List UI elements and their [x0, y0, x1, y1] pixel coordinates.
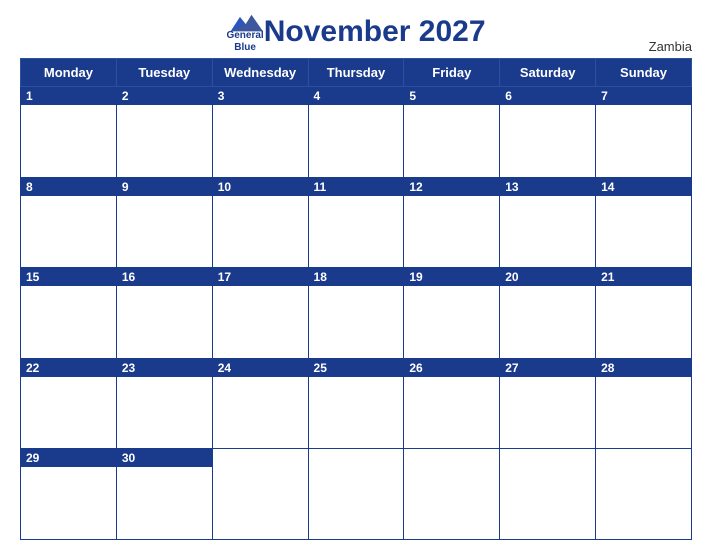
day-number: 16	[117, 268, 212, 286]
weekday-header: Wednesday	[212, 59, 308, 87]
day-number: 25	[309, 359, 404, 377]
weekday-header: Thursday	[308, 59, 404, 87]
calendar-day-cell: 10	[212, 177, 308, 268]
calendar-week-row: 2930	[21, 449, 692, 540]
calendar-day-cell	[308, 449, 404, 540]
calendar-day-cell: 15	[21, 268, 117, 359]
calendar-day-cell: 20	[500, 268, 596, 359]
calendar-day-cell: 11	[308, 177, 404, 268]
calendar-day-cell: 24	[212, 358, 308, 449]
day-number: 10	[213, 178, 308, 196]
calendar-day-cell: 22	[21, 358, 117, 449]
calendar-day-cell: 3	[212, 87, 308, 178]
calendar-day-cell: 1	[21, 87, 117, 178]
calendar-title: November 2027	[264, 15, 486, 49]
calendar-body: 1234567891011121314151617181920212223242…	[21, 87, 692, 540]
day-number: 6	[500, 87, 595, 105]
weekday-header: Monday	[21, 59, 117, 87]
day-number: 11	[309, 178, 404, 196]
calendar-day-cell: 5	[404, 87, 500, 178]
calendar-day-cell	[596, 449, 692, 540]
day-number: 15	[21, 268, 116, 286]
calendar-day-cell: 28	[596, 358, 692, 449]
day-number: 8	[21, 178, 116, 196]
calendar-day-cell: 29	[21, 449, 117, 540]
calendar-day-cell: 7	[596, 87, 692, 178]
calendar-day-cell: 18	[308, 268, 404, 359]
calendar-day-cell: 21	[596, 268, 692, 359]
calendar-day-cell	[404, 449, 500, 540]
weekday-header: Friday	[404, 59, 500, 87]
calendar-day-cell: 30	[116, 449, 212, 540]
day-number: 7	[596, 87, 691, 105]
day-number: 13	[500, 178, 595, 196]
logo: General Blue	[226, 10, 263, 54]
calendar-day-cell: 27	[500, 358, 596, 449]
calendar-day-cell: 19	[404, 268, 500, 359]
day-number: 27	[500, 359, 595, 377]
calendar-day-cell: 9	[116, 177, 212, 268]
calendar-week-row: 891011121314	[21, 177, 692, 268]
calendar-day-cell: 23	[116, 358, 212, 449]
calendar-header-row: MondayTuesdayWednesdayThursdayFridaySatu…	[21, 59, 692, 87]
weekday-header: Tuesday	[116, 59, 212, 87]
calendar-day-cell: 14	[596, 177, 692, 268]
day-number: 2	[117, 87, 212, 105]
day-number: 29	[21, 449, 116, 467]
calendar-week-row: 1234567	[21, 87, 692, 178]
day-number: 14	[596, 178, 691, 196]
calendar-day-cell	[500, 449, 596, 540]
weekday-header: Sunday	[596, 59, 692, 87]
calendar-day-cell: 6	[500, 87, 596, 178]
day-number: 21	[596, 268, 691, 286]
day-number: 3	[213, 87, 308, 105]
day-number: 20	[500, 268, 595, 286]
day-number: 9	[117, 178, 212, 196]
day-number: 19	[404, 268, 499, 286]
calendar-day-cell: 26	[404, 358, 500, 449]
day-number: 5	[404, 87, 499, 105]
calendar-day-cell: 2	[116, 87, 212, 178]
calendar-day-cell: 4	[308, 87, 404, 178]
day-number: 4	[309, 87, 404, 105]
day-number: 1	[21, 87, 116, 105]
calendar-day-cell: 25	[308, 358, 404, 449]
calendar-header: General Blue November 2027 Zambia	[20, 10, 692, 54]
country-label: Zambia	[649, 39, 692, 54]
calendar-day-cell: 17	[212, 268, 308, 359]
calendar-week-row: 15161718192021	[21, 268, 692, 359]
day-number: 17	[213, 268, 308, 286]
logo-line1: General	[226, 30, 263, 42]
calendar-table: MondayTuesdayWednesdayThursdayFridaySatu…	[20, 58, 692, 540]
calendar-day-cell: 12	[404, 177, 500, 268]
calendar-week-row: 22232425262728	[21, 358, 692, 449]
calendar-day-cell: 8	[21, 177, 117, 268]
weekday-header: Saturday	[500, 59, 596, 87]
day-number: 24	[213, 359, 308, 377]
calendar-day-cell: 16	[116, 268, 212, 359]
day-number: 12	[404, 178, 499, 196]
day-number: 22	[21, 359, 116, 377]
calendar-day-cell	[212, 449, 308, 540]
day-number: 26	[404, 359, 499, 377]
day-number: 18	[309, 268, 404, 286]
calendar-day-cell: 13	[500, 177, 596, 268]
logo-line2: Blue	[234, 42, 256, 54]
day-number: 23	[117, 359, 212, 377]
day-number: 30	[117, 449, 212, 467]
day-number: 28	[596, 359, 691, 377]
